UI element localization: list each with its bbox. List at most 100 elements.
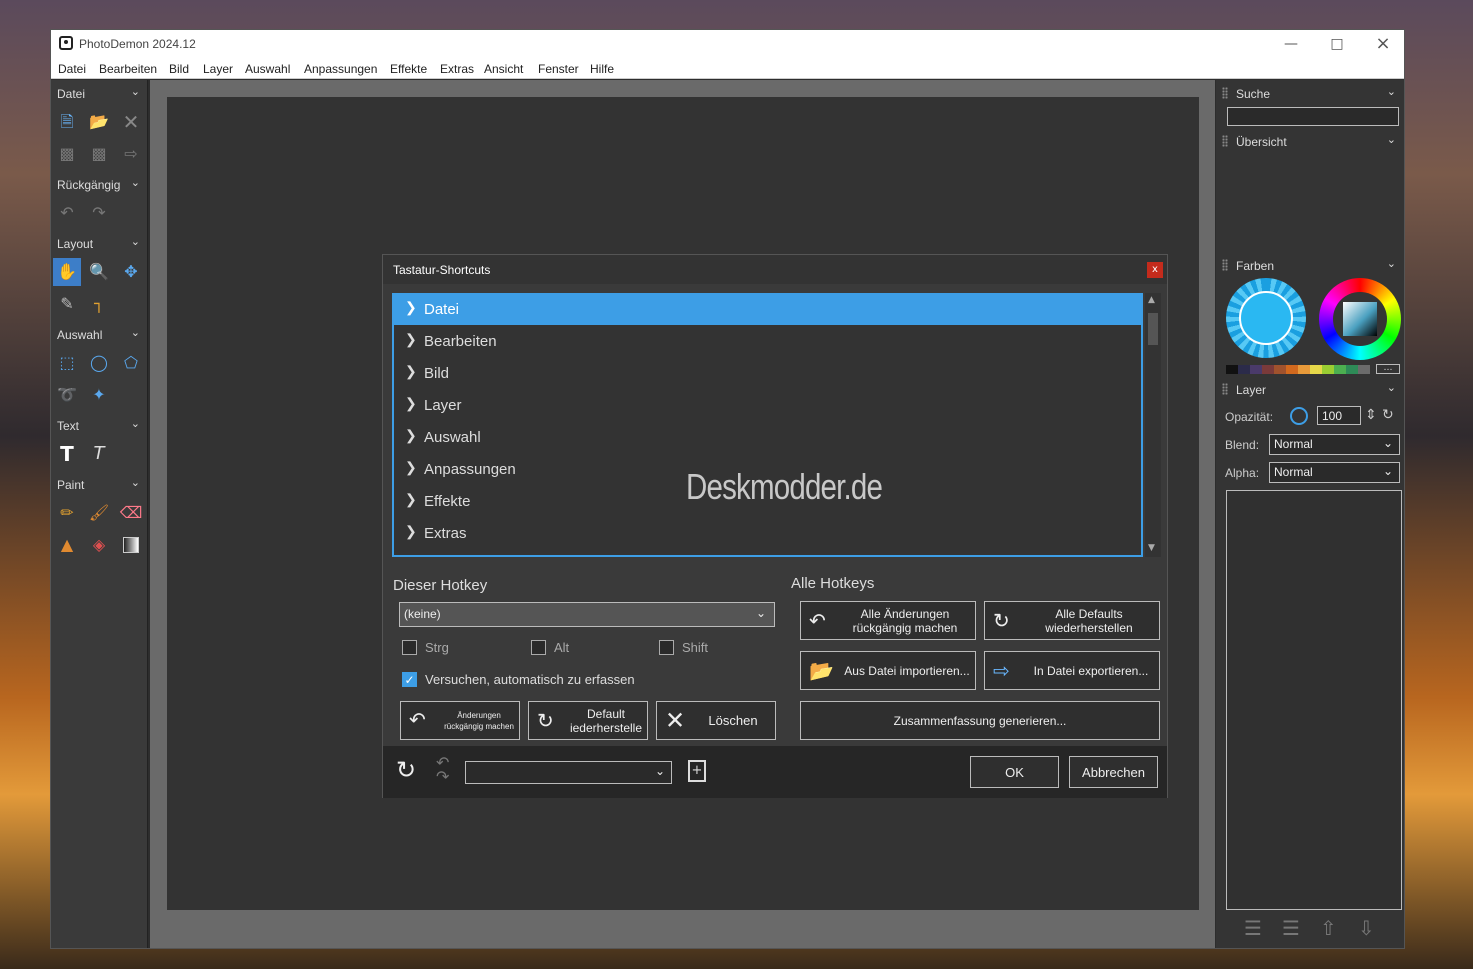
menu-hilfe[interactable]: Hilfe (590, 62, 614, 76)
save-as-icon[interactable]: ▩ (85, 140, 113, 168)
shortcut-tree[interactable]: ❯ Datei ❯ Bearbeiten ❯ Bild ❯ Layer ❯ Auswahl… (392, 293, 1143, 557)
panel-colors-header[interactable]: Farben ⌄ (1216, 255, 1404, 275)
scroll-down-icon[interactable]: ▼ (1148, 543, 1155, 553)
typography-icon[interactable]: T (85, 440, 113, 468)
layer-up-icon[interactable]: ⇧ (1320, 916, 1337, 940)
delete-layer-icon[interactable]: ☰ (1282, 916, 1300, 940)
color-palette[interactable] (1226, 365, 1370, 374)
more-colors-icon[interactable]: … (1376, 364, 1400, 374)
palette-swatch[interactable] (1286, 365, 1298, 374)
pencil-icon[interactable]: ✏ (53, 499, 81, 527)
preset-select[interactable]: ⌄ (465, 761, 672, 784)
export-icon[interactable]: ⇨ (117, 140, 145, 168)
tree-node[interactable]: ❯ Datei (394, 295, 1141, 325)
tree-node[interactable]: ❯ Auswahl (394, 423, 1141, 453)
dialog-close-button[interactable]: x (1147, 262, 1163, 278)
opacity-field[interactable]: 100 (1317, 406, 1361, 425)
restore-all-defaults-button[interactable]: ↻ Alle Defaults wiederherstellen (984, 601, 1160, 640)
palette-swatch[interactable] (1322, 365, 1334, 374)
palette-swatch[interactable] (1250, 365, 1262, 374)
layer-list[interactable] (1226, 490, 1402, 910)
close-icon[interactable]: × (1360, 30, 1406, 58)
lasso-select-icon[interactable]: ➰ (53, 381, 81, 409)
menu-layer[interactable]: Layer (203, 62, 233, 76)
menu-datei[interactable]: Datei (58, 62, 86, 76)
delete-hotkey-button[interactable]: ✕ Löschen (656, 701, 776, 740)
zoom-icon[interactable]: 🔍 (85, 258, 113, 286)
color-square[interactable] (1343, 302, 1377, 336)
eyedropper-icon[interactable]: ✎ (53, 290, 81, 318)
tree-node[interactable]: ❯ Bearbeiten (394, 327, 1141, 357)
hotkey-select[interactable]: (keine) ⌄ (399, 602, 775, 627)
reset-icon[interactable]: ↻ (1382, 406, 1394, 423)
color-wheel[interactable] (1319, 278, 1401, 360)
undo-redo-icon[interactable]: ↶ ↷ (436, 755, 449, 785)
palette-swatch[interactable] (1346, 365, 1358, 374)
clone-stamp-icon[interactable]: ▲ (53, 531, 81, 559)
palette-swatch[interactable] (1334, 365, 1346, 374)
panel-overview-header[interactable]: Übersicht ⌄ (1216, 131, 1404, 151)
auto-capture-checkbox[interactable]: ✓ (402, 672, 417, 687)
new-file-icon[interactable]: 🗎 (53, 108, 81, 136)
menu-effekte[interactable]: Effekte (390, 62, 427, 76)
reset-icon[interactable]: ↻ (396, 756, 416, 784)
tree-node[interactable]: ❯ Extras (394, 519, 1141, 549)
undo-changes-button[interactable]: ↶ Änderungen rückgängig machen (400, 701, 520, 740)
move-icon[interactable]: ✥ (117, 258, 145, 286)
toolbox-section-paint[interactable]: Paint ⌄ (51, 473, 148, 495)
brush-icon[interactable]: 🖌 (85, 499, 113, 527)
panel-search-header[interactable]: Suche ⌄ (1216, 83, 1404, 103)
palette-swatch[interactable] (1358, 365, 1370, 374)
generate-summary-button[interactable]: Zusammenfassung generieren... (800, 701, 1160, 740)
toolbox-section-datei[interactable]: Datei ⌄ (51, 82, 148, 104)
panel-layer-header[interactable]: Layer ⌄ (1216, 379, 1404, 399)
shift-checkbox[interactable] (659, 640, 674, 655)
save-preset-icon[interactable]: + (688, 760, 706, 782)
cancel-button[interactable]: Abbrechen (1069, 756, 1158, 788)
import-button[interactable]: 📂 Aus Datei importieren... (800, 651, 976, 690)
toolbox-section-auswahl[interactable]: Auswahl ⌄ (51, 323, 148, 345)
blend-select[interactable]: Normal ⌄ (1269, 434, 1400, 455)
primary-color-well[interactable] (1226, 278, 1306, 358)
export-button[interactable]: ⇨ In Datei exportieren... (984, 651, 1160, 690)
toolbox-section-layout[interactable]: Layout ⌄ (51, 232, 148, 254)
polygon-select-icon[interactable]: ⬠ (117, 349, 145, 377)
alpha-select[interactable]: Normal ⌄ (1269, 462, 1400, 483)
palette-swatch[interactable] (1310, 365, 1322, 374)
menu-bild[interactable]: Bild (169, 62, 189, 76)
opacity-knob-icon[interactable] (1290, 407, 1308, 425)
palette-swatch[interactable] (1298, 365, 1310, 374)
restore-default-button[interactable]: ↻ Default iederherstelle (528, 701, 648, 740)
search-input[interactable] (1227, 107, 1399, 126)
ok-button[interactable]: OK (970, 756, 1059, 788)
undo-icon[interactable]: ↶ (53, 199, 81, 227)
close-file-icon[interactable]: ✕ (117, 108, 145, 136)
palette-swatch[interactable] (1262, 365, 1274, 374)
palette-swatch[interactable] (1274, 365, 1286, 374)
redo-icon[interactable]: ↷ (85, 199, 113, 227)
text-icon[interactable]: T (53, 440, 81, 468)
minimize-icon[interactable]: — (1268, 30, 1314, 58)
open-folder-icon[interactable]: 📂 (85, 108, 113, 136)
gradient-icon[interactable] (117, 531, 145, 559)
tree-node[interactable]: ❯ Bild (394, 359, 1141, 389)
maximize-icon[interactable]: □ (1314, 30, 1360, 58)
add-layer-icon[interactable]: ☰ (1244, 916, 1262, 940)
palette-swatch[interactable] (1238, 365, 1250, 374)
menu-fenster[interactable]: Fenster (538, 62, 579, 76)
tree-scrollbar[interactable]: ▲ ▼ (1145, 293, 1161, 557)
crop-icon[interactable]: ┐ (85, 290, 113, 318)
layer-down-icon[interactable]: ⇩ (1358, 916, 1375, 940)
hand-icon[interactable]: ✋ (53, 258, 81, 286)
toolbox-section-text[interactable]: Text ⌄ (51, 414, 148, 436)
menu-auswahl[interactable]: Auswahl (245, 62, 290, 76)
tree-node[interactable]: ❯ Layer (394, 391, 1141, 421)
strg-checkbox[interactable] (402, 640, 417, 655)
alt-checkbox[interactable] (531, 640, 546, 655)
eraser-icon[interactable]: ⌫ (117, 499, 145, 527)
ellipse-select-icon[interactable]: ◯ (85, 349, 113, 377)
scroll-thumb[interactable] (1148, 313, 1158, 345)
rect-select-icon[interactable]: ⬚ (53, 349, 81, 377)
save-icon[interactable]: ▩ (53, 140, 81, 168)
magic-wand-icon[interactable]: ✦ (85, 381, 113, 409)
